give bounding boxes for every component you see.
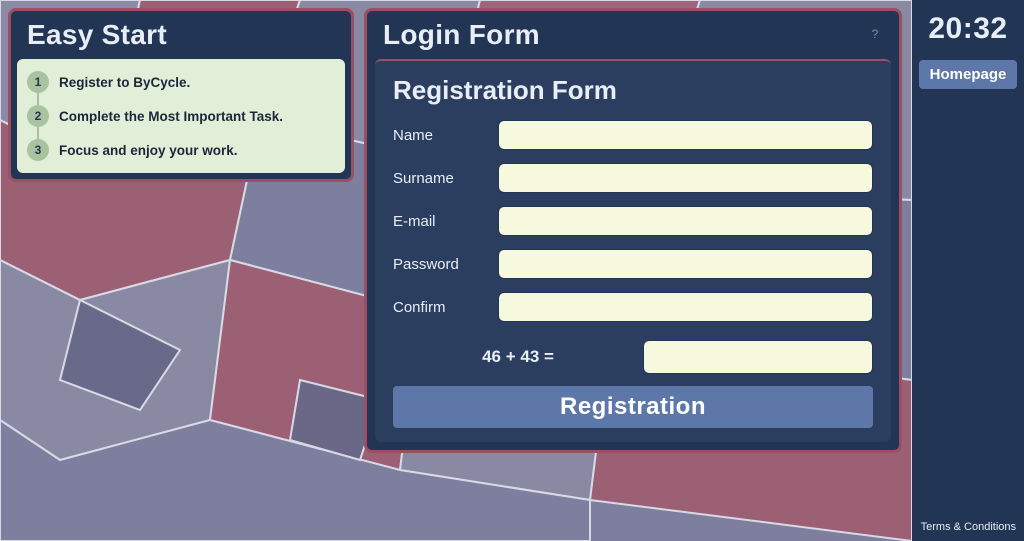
field-row-confirm: Confirm — [393, 292, 873, 322]
surname-label: Surname — [393, 170, 498, 187]
easy-start-title: Easy Start — [27, 19, 335, 51]
password-label: Password — [393, 256, 498, 273]
name-label: Name — [393, 127, 498, 144]
field-row-email: E-mail — [393, 206, 873, 236]
captcha-input[interactable] — [643, 340, 873, 374]
step-number-badge: 1 — [27, 71, 49, 93]
email-label: E-mail — [393, 213, 498, 230]
terms-link[interactable]: Terms & Conditions — [921, 521, 1016, 533]
step-number-badge: 2 — [27, 105, 49, 127]
field-row-password: Password — [393, 249, 873, 279]
surname-input[interactable] — [498, 163, 873, 193]
step-item: 3 Focus and enjoy your work. — [17, 133, 345, 167]
step-text: Register to ByCycle. — [59, 75, 190, 90]
clock: 20:32 — [928, 12, 1007, 46]
field-row-name: Name — [393, 120, 873, 150]
login-title-row: Login Form ? — [373, 11, 893, 59]
help-icon[interactable]: ? — [867, 27, 883, 43]
field-row-surname: Surname — [393, 163, 873, 193]
step-text: Focus and enjoy your work. — [59, 143, 238, 158]
login-panel: Login Form ? Registration Form Name Surn… — [364, 8, 902, 453]
step-number-badge: 3 — [27, 139, 49, 161]
step-item: 2 Complete the Most Important Task. — [17, 99, 345, 133]
step-text: Complete the Most Important Task. — [59, 109, 283, 124]
confirm-label: Confirm — [393, 299, 498, 316]
steps-list: 1 Register to ByCycle. 2 Complete the Mo… — [17, 59, 345, 173]
confirm-input[interactable] — [498, 292, 873, 322]
registration-form-title: Registration Form — [393, 75, 873, 106]
registration-button[interactable]: Registration — [393, 386, 873, 428]
easy-start-panel: Easy Start 1 Register to ByCycle. 2 Comp… — [8, 8, 354, 182]
homepage-button[interactable]: Homepage — [919, 60, 1017, 89]
registration-form: Registration Form Name Surname E-mail Pa… — [375, 59, 891, 442]
step-item: 1 Register to ByCycle. — [17, 65, 345, 99]
right-sidebar: 20:32 Homepage Terms & Conditions — [912, 0, 1024, 541]
password-input[interactable] — [498, 249, 873, 279]
captcha-row: 46 + 43 = — [393, 340, 873, 374]
captcha-question: 46 + 43 = — [393, 347, 643, 367]
name-input[interactable] — [498, 120, 873, 150]
email-input[interactable] — [498, 206, 873, 236]
login-form-title: Login Form — [383, 19, 540, 51]
